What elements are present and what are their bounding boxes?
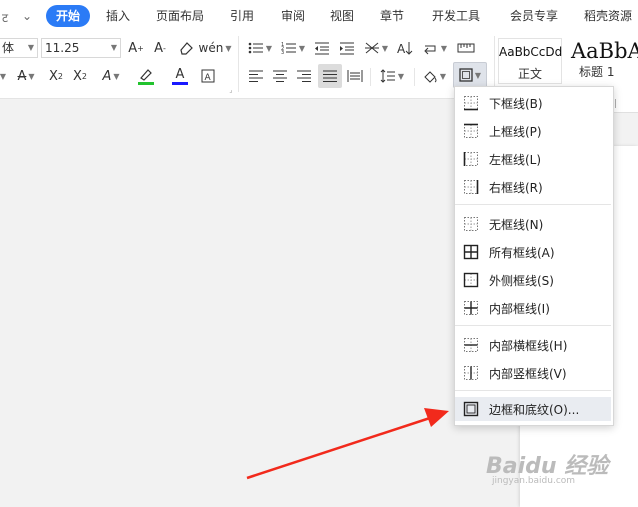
all-borders-icon xyxy=(463,244,479,260)
menu-item-right-border[interactable]: 右框线(R) xyxy=(455,175,611,199)
inside-horizontal-border-icon xyxy=(464,338,478,352)
inside-borders-icon xyxy=(464,301,478,315)
menu-item-inside-vertical-border[interactable]: 内部竖框线(V) xyxy=(455,361,611,385)
outside-borders-icon xyxy=(463,272,479,288)
border-dropdown-menu: 下框线(B) 上框线(P) 左框线(L) 右框线(R) 无框线(N) 所有框线(… xyxy=(454,86,614,426)
menu-divider xyxy=(455,204,611,205)
menu-item-label: 外侧框线(S) xyxy=(489,273,554,288)
top-border-icon xyxy=(464,123,478,138)
menu-item-label: 所有框线(A) xyxy=(489,245,555,260)
menu-item-bottom-border[interactable]: 下框线(B) xyxy=(455,91,611,115)
menu-divider xyxy=(455,390,611,391)
menu-item-label: 内部框线(I) xyxy=(489,301,550,316)
menu-item-label: 上框线(P) xyxy=(489,124,542,139)
bottom-border-icon xyxy=(464,96,478,111)
menu-item-label: 内部竖框线(V) xyxy=(489,366,567,381)
menu-item-label: 边框和底纹(O)... xyxy=(489,402,580,417)
menu-item-label: 无框线(N) xyxy=(489,217,544,232)
menu-item-top-border[interactable]: 上框线(P) xyxy=(455,119,611,143)
menu-item-left-border[interactable]: 左框线(L) xyxy=(455,147,611,171)
menu-item-label: 内部横框线(H) xyxy=(489,338,568,353)
menu-item-label: 下框线(B) xyxy=(489,96,543,111)
borders-and-shading-icon xyxy=(463,401,479,417)
menu-item-all-borders[interactable]: 所有框线(A) xyxy=(455,240,611,264)
right-border-icon xyxy=(464,180,479,194)
menu-divider xyxy=(455,325,611,326)
menu-item-inside-borders[interactable]: 内部框线(I) xyxy=(455,296,611,320)
no-border-icon xyxy=(464,217,478,231)
menu-item-label: 右框线(R) xyxy=(489,180,543,195)
menu-item-no-border[interactable]: 无框线(N) xyxy=(455,212,611,236)
menu-item-label: 左框线(L) xyxy=(489,152,542,167)
menu-item-borders-and-shading[interactable]: 边框和底纹(O)... xyxy=(455,397,611,421)
left-border-icon xyxy=(463,152,478,166)
watermark-url: jingyan.baidu.com xyxy=(492,476,576,486)
inside-vertical-border-icon xyxy=(464,366,478,380)
menu-item-outside-borders[interactable]: 外侧框线(S) xyxy=(455,268,611,292)
menu-item-inside-horizontal-border[interactable]: 内部横框线(H) xyxy=(455,333,611,357)
